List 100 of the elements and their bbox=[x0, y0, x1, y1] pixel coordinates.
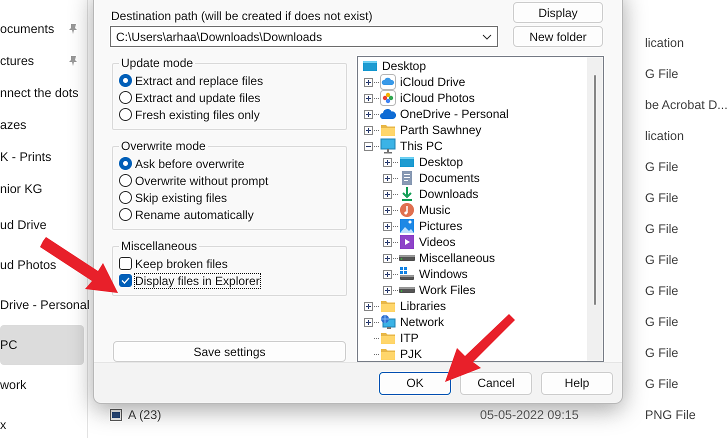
video-icon bbox=[399, 234, 415, 250]
tree-item[interactable]: Desktop bbox=[381, 59, 428, 73]
tree-item[interactable]: Network bbox=[399, 315, 446, 329]
sidebar-item[interactable]: ocuments bbox=[0, 13, 87, 45]
tree-item[interactable]: Desktop bbox=[418, 155, 464, 169]
radio-button[interactable] bbox=[119, 91, 132, 104]
photos-icon bbox=[380, 90, 396, 106]
expand-icon[interactable] bbox=[383, 286, 392, 294]
group-title: Overwrite mode bbox=[120, 139, 207, 153]
tree-item[interactable]: Documents bbox=[418, 171, 481, 185]
field-label: Destination path (will be created if does not exist) bbox=[111, 9, 374, 23]
save-settings-button[interactable]: Save settings bbox=[113, 341, 346, 362]
sidebar-item[interactable]: ctures bbox=[0, 45, 87, 77]
group-title: Update mode bbox=[120, 56, 194, 70]
expand-icon[interactable] bbox=[383, 158, 392, 166]
windows-drive-icon bbox=[399, 266, 415, 282]
tree-item[interactable]: This PC bbox=[399, 139, 444, 153]
radio-label[interactable]: Rename automatically bbox=[135, 208, 254, 222]
tree-item[interactable]: Music bbox=[418, 203, 452, 217]
sidebar-item[interactable]: azes bbox=[0, 109, 87, 141]
file-type: lication bbox=[645, 128, 684, 142]
sidebar-item[interactable]: nior KG bbox=[0, 173, 87, 205]
expand-icon[interactable] bbox=[383, 254, 392, 262]
expand-icon[interactable] bbox=[364, 94, 373, 102]
tree-item[interactable]: Libraries bbox=[399, 299, 448, 313]
radio-button[interactable] bbox=[119, 174, 132, 187]
checkbox-label[interactable]: Display files in Explorer bbox=[135, 274, 260, 288]
new-folder-button[interactable]: New folder bbox=[513, 26, 603, 47]
sidebar-item[interactable]: PC bbox=[0, 325, 84, 365]
file-type: G File bbox=[645, 252, 678, 266]
tree-item[interactable]: Videos bbox=[418, 235, 456, 249]
expand-icon[interactable] bbox=[383, 222, 392, 230]
tree-item[interactable]: Windows bbox=[418, 267, 469, 281]
radio-label[interactable]: Skip existing files bbox=[135, 190, 228, 204]
desktop-icon bbox=[399, 154, 415, 170]
scrollbar[interactable] bbox=[587, 57, 603, 361]
checkbox-label[interactable]: Keep broken files bbox=[135, 256, 228, 270]
radio-button[interactable] bbox=[119, 157, 132, 170]
tree-item[interactable]: PJK bbox=[399, 347, 424, 361]
radio-label[interactable]: Ask before overwrite bbox=[135, 156, 244, 170]
file-type: be Acrobat D... bbox=[645, 98, 728, 112]
file-type: G File bbox=[645, 314, 678, 328]
tree-item[interactable]: Pictures bbox=[418, 219, 464, 233]
expand-icon[interactable] bbox=[383, 270, 392, 278]
expand-icon[interactable] bbox=[383, 238, 392, 246]
radio-button[interactable] bbox=[119, 191, 132, 204]
tree-item[interactable]: Parth Sawhney bbox=[399, 123, 482, 137]
dialog-button[interactable]: Cancel bbox=[460, 372, 532, 394]
image-file-icon bbox=[110, 408, 122, 420]
tree-item[interactable]: Downloads bbox=[418, 187, 480, 201]
drive-icon bbox=[399, 255, 415, 261]
display-button[interactable]: Display bbox=[513, 2, 603, 23]
sidebar-item[interactable]: K - Prints bbox=[0, 141, 87, 173]
expand-icon[interactable] bbox=[364, 110, 373, 118]
sidebar-item[interactable]: nnect the dots bbox=[0, 77, 87, 109]
tree-item[interactable]: Miscellaneous bbox=[418, 251, 496, 265]
file-type: G File bbox=[645, 190, 678, 204]
tree-item[interactable]: Work Files bbox=[418, 283, 476, 297]
music-icon bbox=[399, 202, 415, 218]
checkbox[interactable] bbox=[119, 274, 132, 287]
radio-label[interactable]: Extract and update files bbox=[135, 90, 260, 104]
file-type: G File bbox=[645, 66, 678, 80]
picture-icon bbox=[399, 218, 415, 234]
sidebar-item[interactable]: ud Drive bbox=[0, 205, 87, 245]
desktop-icon bbox=[362, 58, 378, 74]
path-combobox[interactable]: C:\Users\arhaa\Downloads\Downloads bbox=[110, 26, 498, 47]
expand-icon[interactable] bbox=[383, 206, 392, 214]
folder-icon bbox=[380, 122, 396, 138]
radio-button[interactable] bbox=[119, 208, 132, 221]
group-title: Miscellaneous bbox=[120, 239, 198, 253]
sidebar-item[interactable]: x bbox=[0, 405, 87, 438]
sidebar-item[interactable]: work bbox=[0, 365, 87, 405]
tree-item[interactable]: OneDrive - Personal bbox=[399, 107, 510, 121]
download-icon bbox=[399, 186, 415, 202]
radio-label[interactable]: Overwrite without prompt bbox=[135, 174, 268, 188]
dialog-button[interactable]: OK bbox=[379, 372, 451, 394]
file-type: G File bbox=[645, 346, 678, 360]
tree-item[interactable]: iCloud Photos bbox=[399, 91, 476, 105]
expand-icon[interactable] bbox=[364, 126, 373, 134]
expand-icon[interactable] bbox=[364, 78, 373, 86]
file-type: PNG File bbox=[645, 408, 696, 422]
radio-button[interactable] bbox=[119, 108, 132, 121]
tree-item[interactable]: ITP bbox=[399, 331, 420, 345]
file-name[interactable]: A (23) bbox=[128, 408, 162, 422]
radio-label[interactable]: Extract and replace files bbox=[135, 74, 264, 88]
checkbox[interactable] bbox=[119, 257, 132, 270]
network-icon bbox=[380, 314, 396, 330]
dialog-button[interactable]: Help bbox=[541, 372, 613, 394]
file-type: G File bbox=[645, 160, 678, 174]
expand-icon[interactable] bbox=[364, 318, 373, 326]
sidebar-item[interactable]: ud Photos bbox=[0, 245, 87, 285]
expand-icon[interactable] bbox=[383, 190, 392, 198]
radio-button[interactable] bbox=[119, 74, 132, 87]
radio-label[interactable]: Fresh existing files only bbox=[135, 108, 260, 122]
expand-icon[interactable] bbox=[383, 174, 392, 182]
sidebar-item[interactable]: Drive - Personal bbox=[0, 285, 87, 325]
folder-icon bbox=[380, 330, 396, 346]
tree-item[interactable]: iCloud Drive bbox=[399, 75, 466, 89]
collapse-icon[interactable] bbox=[364, 142, 373, 150]
expand-icon[interactable] bbox=[364, 302, 373, 310]
